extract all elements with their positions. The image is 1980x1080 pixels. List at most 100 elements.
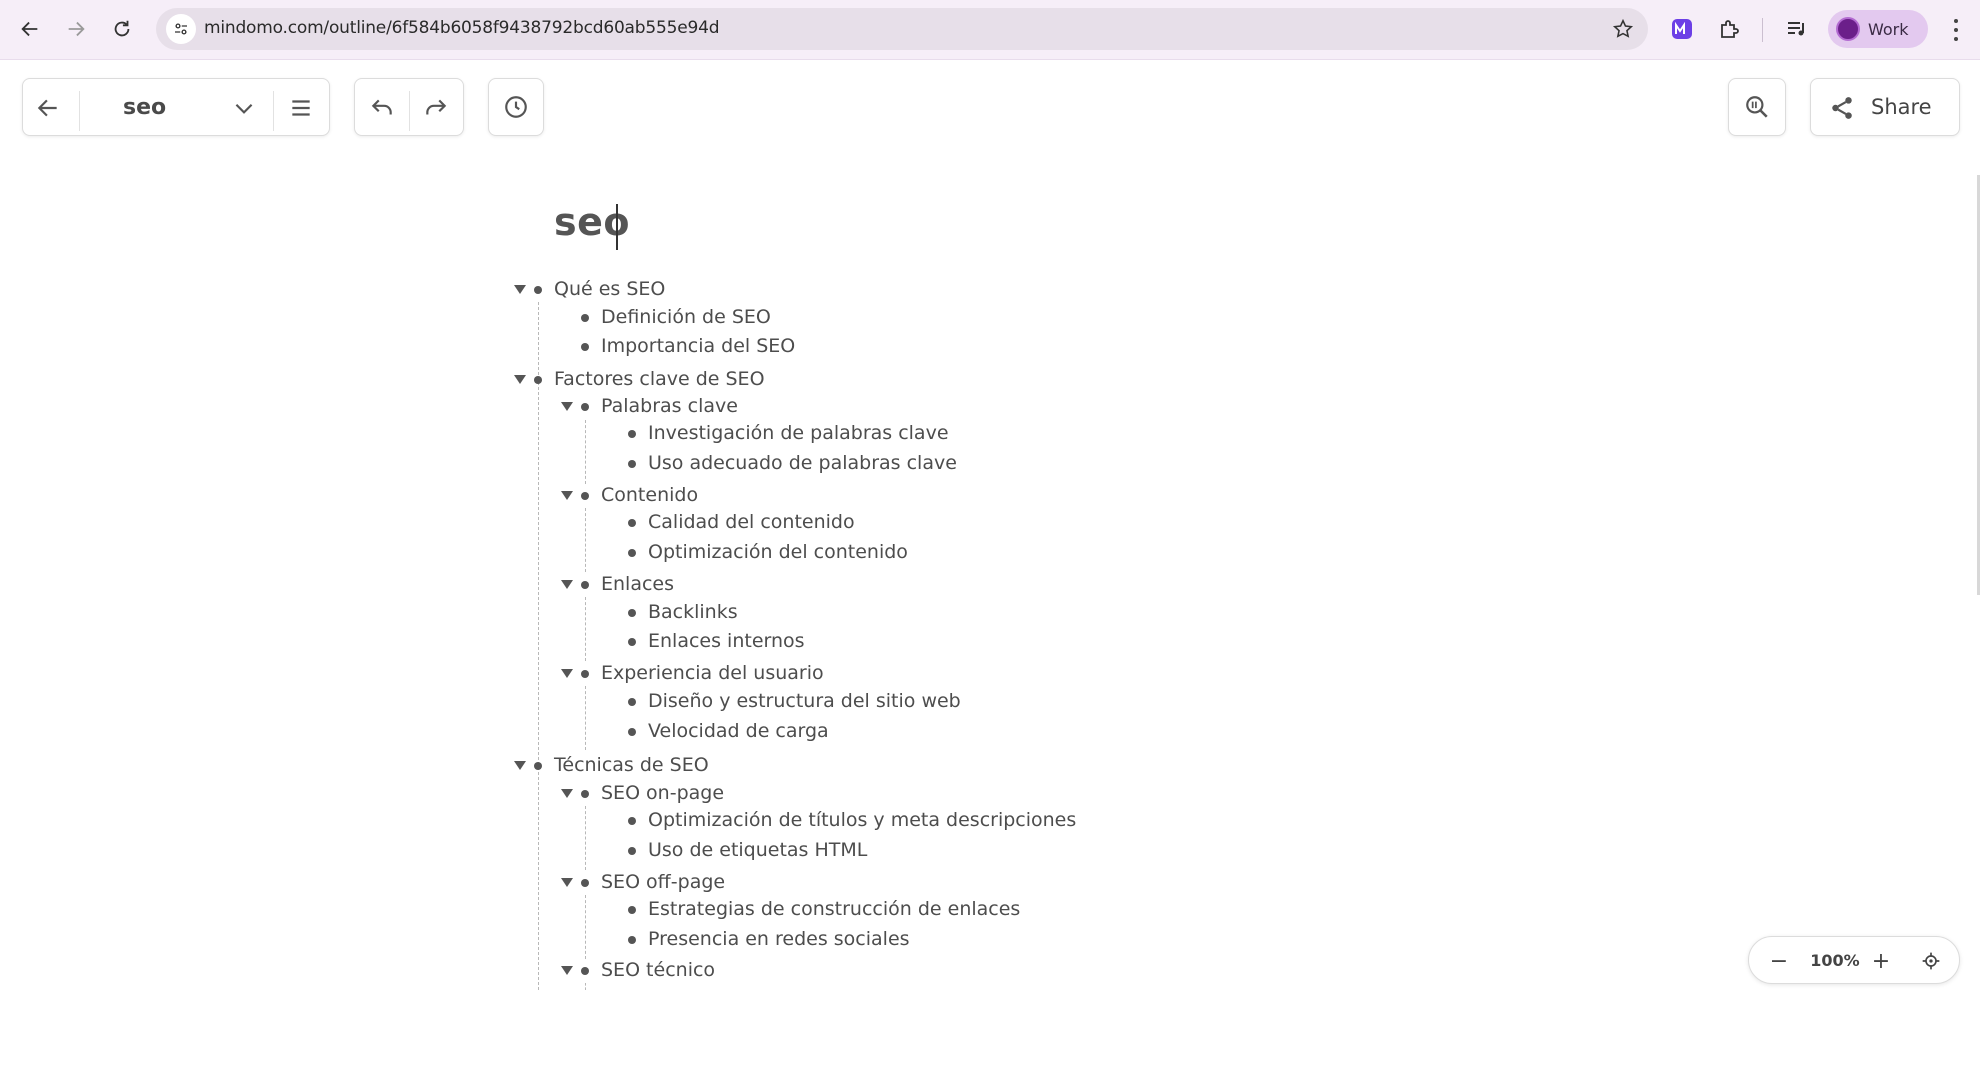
collapse-toggle-icon[interactable] — [561, 402, 573, 411]
bullet-icon[interactable] — [628, 638, 636, 646]
outline-item-text[interactable]: Enlaces internos — [648, 630, 805, 652]
outline-item-text[interactable]: Optimización del contenido — [648, 541, 908, 563]
url-text[interactable]: mindomo.com/outline/6f584b6058f9438792bc… — [204, 18, 720, 38]
outline-item-text[interactable]: SEO on-page — [601, 782, 724, 804]
bullet-icon[interactable] — [581, 879, 589, 887]
reload-icon[interactable] — [104, 11, 140, 47]
forward-arrow-icon[interactable] — [58, 11, 94, 47]
outline-item[interactable]: Factores clave de SEO — [0, 366, 1200, 394]
outline-item-text[interactable]: Importancia del SEO — [601, 335, 795, 357]
outline-item-text[interactable]: Enlaces — [601, 573, 674, 595]
outline-item[interactable]: Diseño y estructura del sitio web — [0, 688, 1200, 716]
collapse-toggle-icon[interactable] — [561, 580, 573, 589]
bullet-icon[interactable] — [628, 549, 636, 557]
bullet-icon[interactable] — [628, 817, 636, 825]
bullet-icon[interactable] — [534, 376, 542, 384]
outline-item-text[interactable]: Factores clave de SEO — [554, 368, 765, 390]
collapse-toggle-icon[interactable] — [514, 761, 526, 770]
outline-item[interactable]: Backlinks — [0, 599, 1200, 627]
bullet-icon[interactable] — [581, 492, 589, 500]
bullet-icon[interactable] — [581, 314, 589, 322]
outline-item[interactable]: Estrategias de construcción de enlaces — [0, 896, 1200, 924]
back-arrow-icon[interactable] — [12, 11, 48, 47]
profile-button[interactable]: Work — [1828, 10, 1928, 48]
outline-item[interactable]: Palabras clave — [0, 393, 1200, 421]
search-zoom-button[interactable] — [1728, 78, 1786, 136]
collapse-toggle-icon[interactable] — [561, 789, 573, 798]
outline-item-text[interactable]: Uso de etiquetas HTML — [648, 839, 867, 861]
browser-menu-icon[interactable] — [1944, 16, 1968, 44]
bullet-icon[interactable] — [581, 403, 589, 411]
outline-item[interactable]: Uso adecuado de palabras clave — [0, 450, 1200, 478]
outline-item[interactable]: Enlaces — [0, 571, 1200, 599]
bookmark-star-icon[interactable] — [1612, 18, 1634, 40]
bullet-icon[interactable] — [628, 609, 636, 617]
media-queue-icon[interactable] — [1782, 14, 1812, 44]
outline-item-text[interactable]: Definición de SEO — [601, 306, 771, 328]
outline-item[interactable]: SEO off-page — [0, 869, 1200, 897]
bullet-icon[interactable] — [628, 728, 636, 736]
site-info-icon[interactable] — [166, 14, 196, 44]
outline-item-text[interactable]: Investigación de palabras clave — [648, 422, 949, 444]
outline-item[interactable]: Definición de SEO — [0, 304, 1200, 332]
share-button[interactable]: Share — [1810, 78, 1960, 136]
outline-item[interactable]: Investigación de palabras clave — [0, 420, 1200, 448]
outline-item-text[interactable]: Qué es SEO — [554, 278, 665, 300]
undo-icon[interactable] — [367, 93, 397, 123]
chevron-down-icon[interactable] — [229, 93, 259, 123]
outline-title[interactable]: seo — [554, 200, 630, 244]
menu-icon[interactable] — [286, 93, 316, 123]
map-title-dropdown[interactable]: seo — [123, 95, 166, 120]
bullet-icon[interactable] — [628, 460, 636, 468]
outline-item-text[interactable]: SEO técnico — [601, 959, 715, 981]
bullet-icon[interactable] — [628, 698, 636, 706]
collapse-toggle-icon[interactable] — [561, 878, 573, 887]
collapse-toggle-icon[interactable] — [561, 491, 573, 500]
address-bar[interactable]: mindomo.com/outline/6f584b6058f9438792bc… — [156, 8, 1648, 50]
outline-item[interactable]: Contenido — [0, 482, 1200, 510]
outline-item[interactable]: Experiencia del usuario — [0, 660, 1200, 688]
outline-item[interactable]: Técnicas de SEO — [0, 752, 1200, 780]
outline-item-text[interactable]: Experiencia del usuario — [601, 662, 824, 684]
collapse-toggle-icon[interactable] — [514, 285, 526, 294]
mindomo-extension-icon[interactable] — [1667, 14, 1697, 44]
outline-item-text[interactable]: Velocidad de carga — [648, 720, 829, 742]
outline-item-text[interactable]: Técnicas de SEO — [554, 754, 709, 776]
outline-item[interactable]: SEO on-page — [0, 780, 1200, 808]
bullet-icon[interactable] — [628, 519, 636, 527]
history-button[interactable] — [488, 78, 544, 136]
outline-item[interactable]: Importancia del SEO — [0, 333, 1200, 361]
bullet-icon[interactable] — [581, 581, 589, 589]
bullet-icon[interactable] — [534, 762, 542, 770]
outline-item-text[interactable]: Estrategias de construcción de enlaces — [648, 898, 1020, 920]
extensions-puzzle-icon[interactable] — [1715, 14, 1745, 44]
outline-item-text[interactable]: Contenido — [601, 484, 698, 506]
outline-item[interactable]: SEO técnico — [0, 957, 1200, 985]
bullet-icon[interactable] — [628, 906, 636, 914]
bullet-icon[interactable] — [534, 286, 542, 294]
zoom-level[interactable]: 100% — [1805, 951, 1865, 970]
bullet-icon[interactable] — [628, 847, 636, 855]
outline-item-text[interactable]: Palabras clave — [601, 395, 738, 417]
collapse-toggle-icon[interactable] — [561, 669, 573, 678]
bullet-icon[interactable] — [581, 670, 589, 678]
back-icon[interactable] — [33, 93, 63, 123]
zoom-in-button[interactable]: + — [1865, 945, 1897, 977]
collapse-toggle-icon[interactable] — [561, 966, 573, 975]
outline-item[interactable]: Calidad del contenido — [0, 509, 1200, 537]
outline-item[interactable]: Optimización de títulos y meta descripci… — [0, 807, 1200, 835]
bullet-icon[interactable] — [581, 967, 589, 975]
outline-item[interactable]: Enlaces internos — [0, 628, 1200, 656]
outline-item-text[interactable]: Backlinks — [648, 601, 738, 623]
center-view-icon[interactable] — [1915, 945, 1947, 977]
outline-item[interactable]: Uso de etiquetas HTML — [0, 837, 1200, 865]
bullet-icon[interactable] — [628, 430, 636, 438]
outline-item[interactable]: Optimización del contenido — [0, 539, 1200, 567]
outline-item-text[interactable]: Uso adecuado de palabras clave — [648, 452, 957, 474]
outline-item-text[interactable]: Optimización de títulos y meta descripci… — [648, 809, 1076, 831]
outline-item[interactable]: Qué es SEO — [0, 276, 1200, 304]
outline-item-text[interactable]: Presencia en redes sociales — [648, 928, 910, 950]
outline-item-text[interactable]: SEO off-page — [601, 871, 725, 893]
outline-item-text[interactable]: Diseño y estructura del sitio web — [648, 690, 961, 712]
outline-item-text[interactable]: Calidad del contenido — [648, 511, 855, 533]
